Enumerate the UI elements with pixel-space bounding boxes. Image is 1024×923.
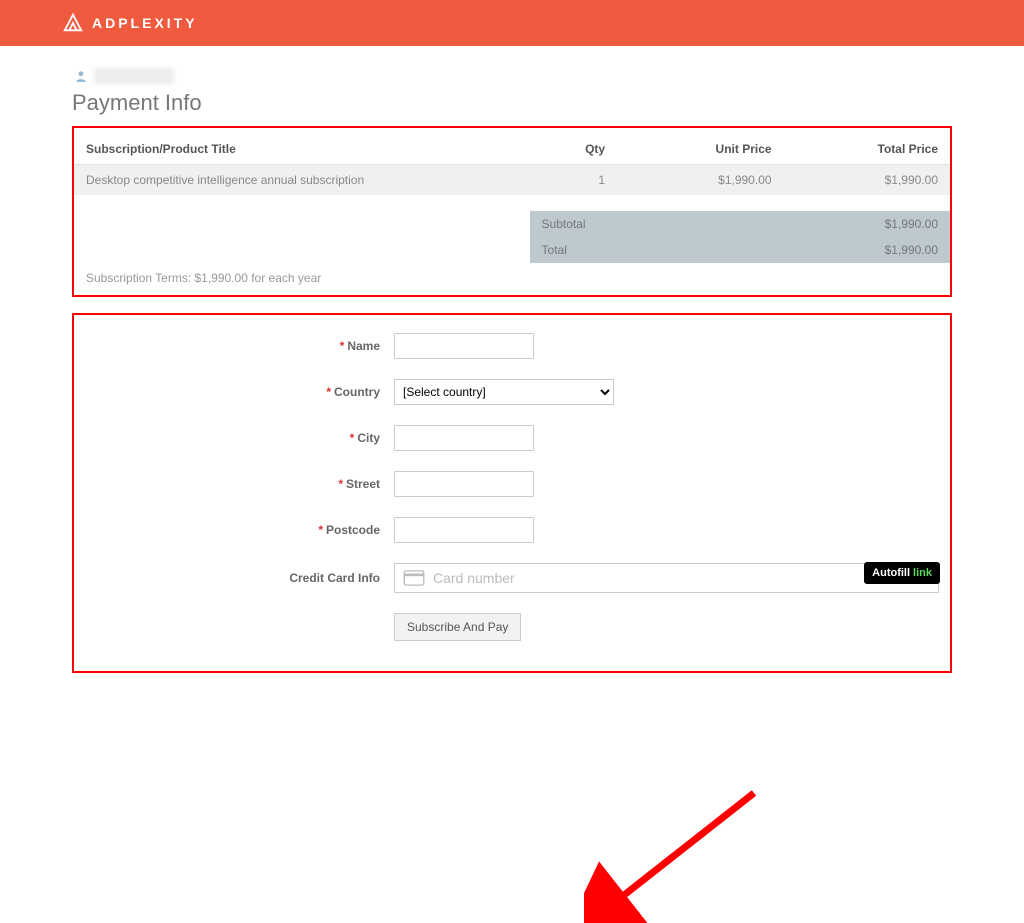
subtotal-value: $1,990.00 xyxy=(784,211,950,237)
brand-text: ADPLEXITY xyxy=(92,15,198,31)
logo-icon xyxy=(62,12,84,34)
header-bar: ADPLEXITY xyxy=(0,0,1024,46)
cc-input[interactable] xyxy=(433,570,930,586)
product-table: Subscription/Product Title Qty Unit Pric… xyxy=(74,134,950,263)
user-row xyxy=(74,68,952,84)
name-label: *Name xyxy=(84,339,394,353)
subscribe-and-pay-button[interactable]: Subscribe And Pay xyxy=(394,613,521,641)
street-input[interactable] xyxy=(394,471,534,497)
annotation-arrow xyxy=(584,783,784,923)
subtotal-label: Subtotal xyxy=(530,211,618,237)
order-summary-box: Subscription/Product Title Qty Unit Pric… xyxy=(72,126,952,297)
username-redacted xyxy=(94,68,174,84)
cc-box[interactable] xyxy=(394,563,939,593)
subtotal-row: Subtotal $1,990.00 xyxy=(74,211,950,237)
name-input[interactable] xyxy=(394,333,534,359)
col-unit-price: Unit Price xyxy=(617,134,783,165)
col-title: Subscription/Product Title xyxy=(74,134,530,165)
country-label: *Country xyxy=(84,385,394,399)
table-row: Desktop competitive intelligence annual … xyxy=(74,165,950,196)
card-icon xyxy=(403,570,425,586)
col-total-price: Total Price xyxy=(784,134,950,165)
postcode-label: *Postcode xyxy=(84,523,394,537)
cc-label: Credit Card Info xyxy=(84,571,394,585)
total-row: Total $1,990.00 xyxy=(74,237,950,263)
country-select[interactable]: [Select country] xyxy=(394,379,614,405)
cell-total: $1,990.00 xyxy=(784,165,950,196)
cell-unit: $1,990.00 xyxy=(617,165,783,196)
logo[interactable]: ADPLEXITY xyxy=(62,12,198,34)
postcode-input[interactable] xyxy=(394,517,534,543)
city-label: *City xyxy=(84,431,394,445)
total-label: Total xyxy=(530,237,618,263)
autofill-badge[interactable]: Autofilllink xyxy=(864,562,940,584)
city-input[interactable] xyxy=(394,425,534,451)
user-icon xyxy=(74,69,88,83)
cell-title: Desktop competitive intelligence annual … xyxy=(74,165,530,196)
page-title: Payment Info xyxy=(72,90,952,116)
cell-qty: 1 xyxy=(530,165,618,196)
col-qty: Qty xyxy=(530,134,618,165)
subscription-terms: Subscription Terms: $1,990.00 for each y… xyxy=(74,263,950,295)
payment-form-box: *Name *Country [Select country] *City *S… xyxy=(72,313,952,673)
total-value: $1,990.00 xyxy=(784,237,950,263)
spacer-row xyxy=(74,195,950,211)
street-label: *Street xyxy=(84,477,394,491)
